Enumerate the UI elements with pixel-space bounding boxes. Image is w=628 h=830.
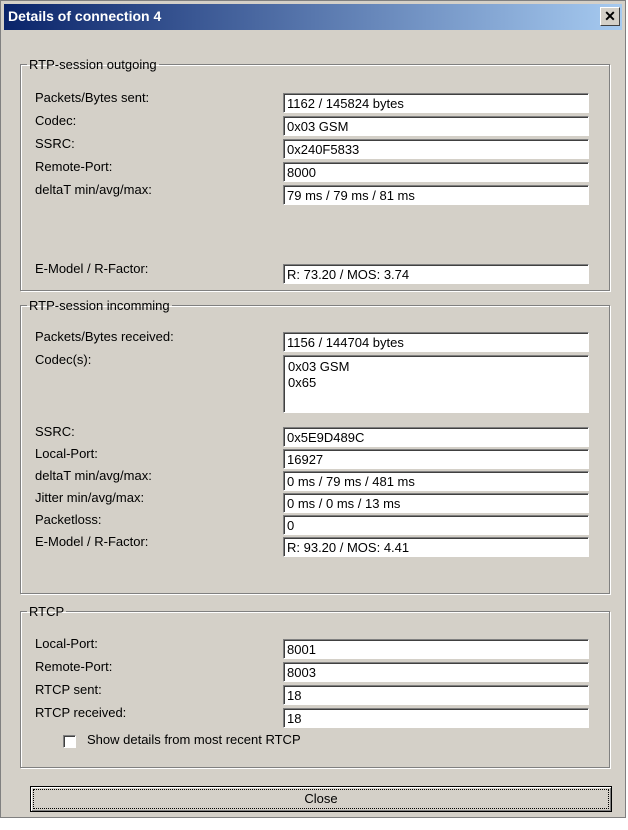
group-title-rtcp: RTCP bbox=[29, 604, 65, 619]
label-packetloss: Packetloss: bbox=[35, 512, 102, 527]
codec-line: 0x03 GSM bbox=[288, 359, 350, 374]
label-local-port-rtcp: Local-Port: bbox=[35, 636, 98, 651]
field-packets-bytes-sent[interactable]: 1162 / 145824 bytes bbox=[283, 93, 589, 113]
field-local-port-incoming[interactable]: 16927 bbox=[283, 449, 589, 469]
field-rtcp-received[interactable]: 18 bbox=[283, 708, 589, 728]
label-local-port-incoming: Local-Port: bbox=[35, 446, 98, 461]
field-codec[interactable]: 0x03 GSM bbox=[283, 116, 589, 136]
label-rtcp-sent: RTCP sent: bbox=[35, 682, 102, 697]
close-button-label: Close bbox=[33, 789, 609, 809]
label-emodel-outgoing: E-Model / R-Factor: bbox=[35, 261, 149, 276]
label-jitter: Jitter min/avg/max: bbox=[35, 490, 145, 505]
field-codecs[interactable]: 0x03 GSM 0x65 bbox=[283, 355, 589, 413]
label-codec: Codec: bbox=[35, 113, 77, 128]
label-packets-bytes-received: Packets/Bytes received: bbox=[35, 329, 174, 344]
group-title-incoming: RTP-session incomming bbox=[29, 298, 170, 313]
label-deltat-incoming: deltaT min/avg/max: bbox=[35, 468, 152, 483]
field-emodel-outgoing[interactable]: R: 73.20 / MOS: 3.74 bbox=[283, 264, 589, 284]
label-remote-port-outgoing: Remote-Port: bbox=[35, 159, 113, 174]
window-title: Details of connection 4 bbox=[8, 8, 162, 24]
field-local-port-rtcp[interactable]: 8001 bbox=[283, 639, 589, 659]
group-rtcp: RTCP Local-Port: 8001 Remote-Port: 8003 … bbox=[20, 604, 610, 768]
field-packetloss[interactable]: 0 bbox=[283, 515, 589, 535]
field-remote-port-outgoing[interactable]: 8000 bbox=[283, 162, 589, 182]
label-codecs: Codec(s): bbox=[35, 352, 92, 367]
show-details-label[interactable]: Show details from most recent RTCP bbox=[87, 732, 301, 747]
field-deltat-incoming[interactable]: 0 ms / 79 ms / 481 ms bbox=[283, 471, 589, 491]
label-ssrc-incoming: SSRC: bbox=[35, 424, 75, 439]
codec-line: 0x65 bbox=[288, 375, 317, 390]
field-emodel-incoming[interactable]: R: 93.20 / MOS: 4.41 bbox=[283, 537, 589, 557]
close-button[interactable]: Close bbox=[30, 786, 612, 812]
group-rtp-incoming: RTP-session incomming Packets/Bytes rece… bbox=[20, 298, 610, 594]
label-deltat-outgoing: deltaT min/avg/max: bbox=[35, 182, 152, 197]
group-title-outgoing: RTP-session outgoing bbox=[29, 57, 157, 72]
label-ssrc-outgoing: SSRC: bbox=[35, 136, 75, 151]
close-icon[interactable]: ✕ bbox=[600, 7, 620, 26]
label-rtcp-received: RTCP received: bbox=[35, 705, 127, 720]
group-rtp-outgoing: RTP-session outgoing Packets/Bytes sent:… bbox=[20, 57, 610, 291]
field-rtcp-sent[interactable]: 18 bbox=[283, 685, 589, 705]
field-ssrc-outgoing[interactable]: 0x240F5833 bbox=[283, 139, 589, 159]
label-packets-bytes-sent: Packets/Bytes sent: bbox=[35, 90, 150, 105]
field-ssrc-incoming[interactable]: 0x5E9D489C bbox=[283, 427, 589, 447]
title-bar[interactable]: Details of connection 4 ✕ bbox=[4, 4, 622, 30]
field-packets-bytes-received[interactable]: 1156 / 144704 bytes bbox=[283, 332, 589, 352]
field-remote-port-rtcp[interactable]: 8003 bbox=[283, 662, 589, 682]
field-deltat-outgoing[interactable]: 79 ms / 79 ms / 81 ms bbox=[283, 185, 589, 205]
label-remote-port-rtcp: Remote-Port: bbox=[35, 659, 113, 674]
show-details-checkbox[interactable] bbox=[63, 735, 76, 748]
label-emodel-incoming: E-Model / R-Factor: bbox=[35, 534, 149, 549]
field-jitter[interactable]: 0 ms / 0 ms / 13 ms bbox=[283, 493, 589, 513]
